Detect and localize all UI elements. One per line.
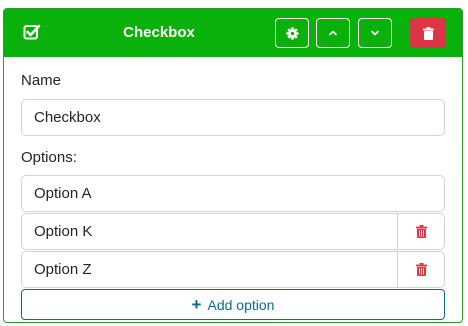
trash-icon [415,225,427,238]
option-input[interactable]: Option Z [22,252,397,287]
card-header: Checkbox [4,9,462,57]
add-option-label: Add option [207,296,275,313]
add-option-button[interactable]: + Add option [21,289,445,320]
option-row: Option Z [21,251,445,288]
delete-option-button[interactable] [397,214,444,249]
gear-icon [285,26,299,40]
checkbox-icon [23,24,41,40]
trash-icon [422,26,434,40]
option-input[interactable]: Option A [21,175,445,212]
option-input[interactable]: Option K [22,214,397,249]
name-input[interactable]: Checkbox [21,99,445,136]
settings-button[interactable] [275,18,309,48]
move-down-button[interactable] [358,18,392,48]
chevron-down-icon [371,30,379,36]
option-row: Option K [21,213,445,250]
chevron-up-icon [329,30,337,36]
trash-icon [415,263,427,276]
name-label: Name [21,72,62,89]
plus-icon: + [191,295,202,314]
delete-option-button[interactable] [397,252,444,287]
card-title: Checkbox [123,24,195,41]
field-card: Checkbox Name Checkbox Options: Option A… [3,8,463,323]
options-label: Options: [21,149,77,166]
delete-field-button[interactable] [410,18,446,48]
move-up-button[interactable] [316,18,350,48]
